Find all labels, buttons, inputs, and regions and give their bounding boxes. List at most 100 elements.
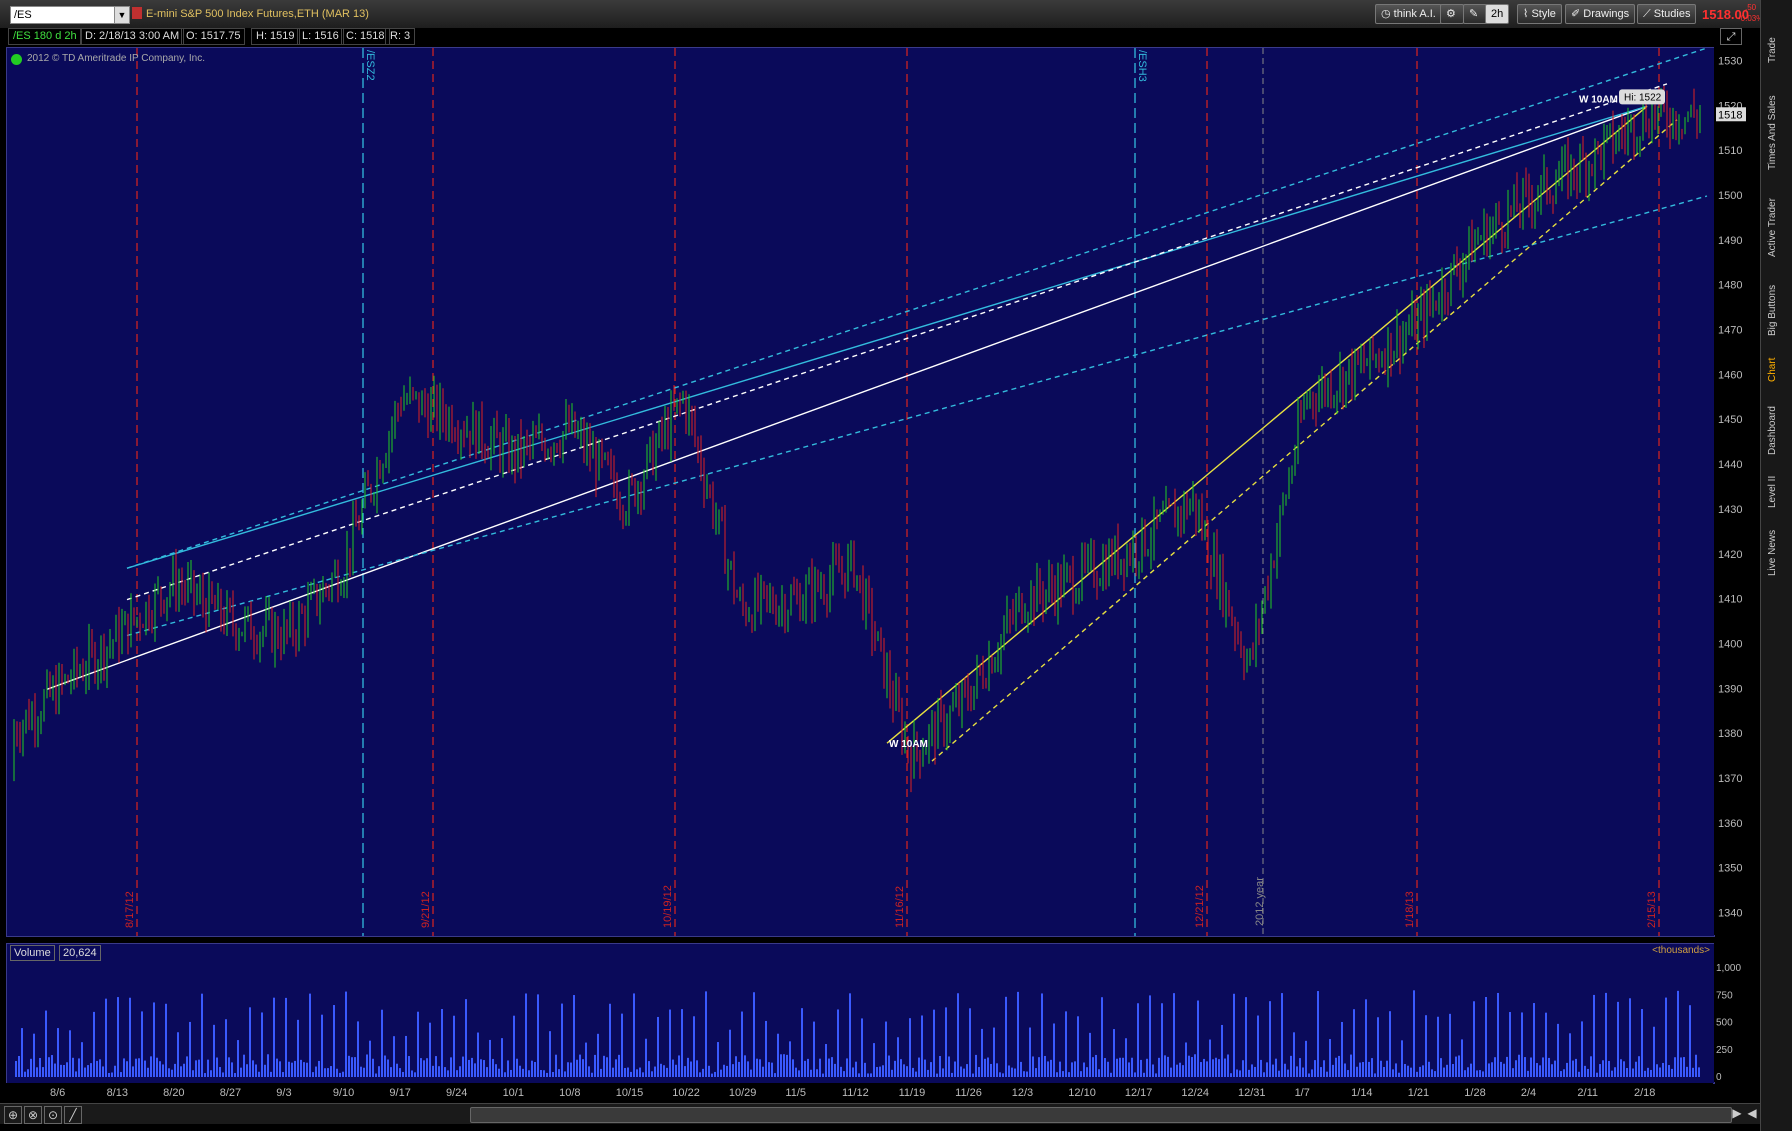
instrument-title: E-mini S&P 500 Index Futures,ETH (MAR 13… (146, 8, 369, 20)
volume-bar (1209, 1039, 1211, 1077)
zoom-icon[interactable]: ⤢ (1720, 28, 1742, 45)
volume-bar (1371, 1058, 1373, 1077)
volume-bar (372, 1058, 374, 1077)
scroll-right-icon[interactable]: ▶ (1730, 1106, 1744, 1122)
volume-bar (1041, 993, 1043, 1077)
last-price-marker-text: 1518 (1718, 109, 1742, 121)
sidebar-tab-chart[interactable]: Chart (1767, 350, 1787, 390)
volume-bar (99, 1059, 101, 1077)
volume-bar (309, 993, 311, 1077)
symbol-dropdown-icon[interactable]: ▼ (114, 6, 130, 24)
sidebar-tab-active-trader[interactable]: Active Trader (1767, 188, 1787, 268)
scrollbar-thumb[interactable] (470, 1107, 1732, 1123)
style-button[interactable]: ⌇ Style (1517, 4, 1562, 24)
volume-axis-svg: 1,000 750 500 250 0 (1716, 963, 1741, 1083)
volume-bar (651, 1071, 653, 1077)
volume-bar (756, 1058, 758, 1077)
volume-bar (186, 1056, 188, 1077)
volume-bar (234, 1073, 236, 1077)
volume-bar (1689, 1005, 1691, 1077)
sidebar-tab-level-ii[interactable]: Level II (1767, 470, 1787, 514)
volume-bar (1611, 1070, 1613, 1077)
volume-bar (414, 1072, 416, 1077)
volume-bar (1452, 1063, 1454, 1077)
volume-bar (504, 1072, 506, 1077)
volume-bar (1017, 991, 1019, 1077)
volume-bar (1134, 1072, 1136, 1077)
volume-bar (1587, 1068, 1589, 1077)
drawings-button[interactable]: ✐ Drawings (1565, 4, 1636, 24)
symbol-input[interactable]: /ES (10, 6, 119, 24)
link-icon[interactable] (132, 7, 142, 19)
volume-bar (438, 1066, 440, 1077)
volume-bar (1050, 1059, 1052, 1077)
volume-bar (1482, 1071, 1484, 1077)
trend-line (931, 119, 1678, 762)
settings-icon[interactable]: ⚙ (1440, 4, 1464, 24)
date-tick: 2/11 (1577, 1087, 1598, 1099)
volume-bar (1491, 1062, 1493, 1077)
volume-bar (909, 1018, 911, 1077)
volume-bar (540, 1069, 542, 1077)
volume-bar (69, 1030, 71, 1077)
chart-label[interactable]: /ES 180 d 2h (8, 28, 82, 45)
volume-bar (1320, 1067, 1322, 1077)
sidebar-tab-trade[interactable]: Trade (1767, 30, 1787, 70)
volume-bar (390, 1067, 392, 1077)
trend-line (126, 83, 1668, 601)
scroll-left-icon[interactable]: ◀ (1745, 1106, 1759, 1122)
volume-bar (1152, 1064, 1154, 1077)
period-select[interactable]: 2h (1485, 4, 1510, 24)
volume-bar (1536, 1063, 1538, 1077)
volume-bar (993, 1027, 995, 1077)
volume-bar (969, 1008, 971, 1077)
volume-bar (1407, 1065, 1409, 1077)
volume-panel[interactable]: Volume 20,624 <thousands> (6, 943, 1715, 1084)
volume-bar (261, 1012, 263, 1077)
volume-bar (162, 1064, 164, 1077)
sidebar-tab-times-and-sales[interactable]: Times And Sales (1767, 85, 1787, 180)
volume-bar (1149, 995, 1151, 1077)
volume-bar (1542, 1057, 1544, 1077)
volume-bar (894, 1060, 896, 1077)
crosshair-icon[interactable]: ⊗ (24, 1106, 42, 1124)
volume-bar (42, 1067, 44, 1077)
sidebar-tab-live-news[interactable]: Live News (1767, 522, 1787, 584)
volume-bar (63, 1065, 65, 1077)
volume-bar (825, 1044, 827, 1077)
volume-bar (1302, 1067, 1304, 1077)
volume-bar (606, 1057, 608, 1077)
volume-bar (810, 1069, 812, 1077)
studies-button[interactable]: ⟋ Studies (1637, 4, 1697, 24)
volume-bar (1458, 1055, 1460, 1077)
price-chart-svg[interactable]: 8/17/12 9/21/12 10/19/12 11/16/12 12/21/12 1/… (7, 48, 1714, 936)
price-axis[interactable]: 1530 1520 1510 1500 1490 1480 1470 1460 1450 1440… (1714, 47, 1760, 935)
date-tick: 2/18 (1634, 1087, 1655, 1099)
volume-bar (837, 1009, 839, 1077)
magnifier-icon[interactable]: ⊙ (44, 1106, 62, 1124)
volume-bar (495, 1064, 497, 1077)
time-scrollbar[interactable]: ⊕ ⊗ ⊙ ╱ ▶ ◀ (0, 1103, 1760, 1124)
wrench-icon[interactable]: ✎ (1463, 4, 1487, 24)
sidebar-tab-big-buttons[interactable]: Big Buttons (1767, 275, 1787, 345)
price-chart[interactable]: 8/17/12 9/21/12 10/19/12 11/16/12 12/21/12 1/… (6, 47, 1715, 937)
volume-bar (336, 1068, 338, 1077)
think-ai-button[interactable]: ◷ think A.I. (1375, 4, 1442, 24)
volume-bar (1191, 1057, 1193, 1077)
w10am-label: W 10AM (889, 739, 928, 750)
volume-bar (867, 1073, 869, 1077)
volume-bar (132, 1066, 134, 1077)
date-tick: 1/21 (1408, 1087, 1429, 1099)
volume-bar (948, 1056, 950, 1077)
volume-bar (129, 997, 131, 1077)
volume-bar (411, 1070, 413, 1077)
volume-bar (879, 1066, 881, 1077)
volume-bar (1629, 998, 1631, 1077)
sidebar-tab-dashboard[interactable]: Dashboard (1767, 400, 1787, 462)
zoom-in-icon[interactable]: ⊕ (4, 1106, 22, 1124)
volume-bar (1221, 1024, 1223, 1077)
volume-bar (750, 1069, 752, 1077)
volume-bar (72, 1057, 74, 1077)
volume-bar (1392, 1069, 1394, 1077)
draw-line-icon[interactable]: ╱ (64, 1106, 82, 1124)
